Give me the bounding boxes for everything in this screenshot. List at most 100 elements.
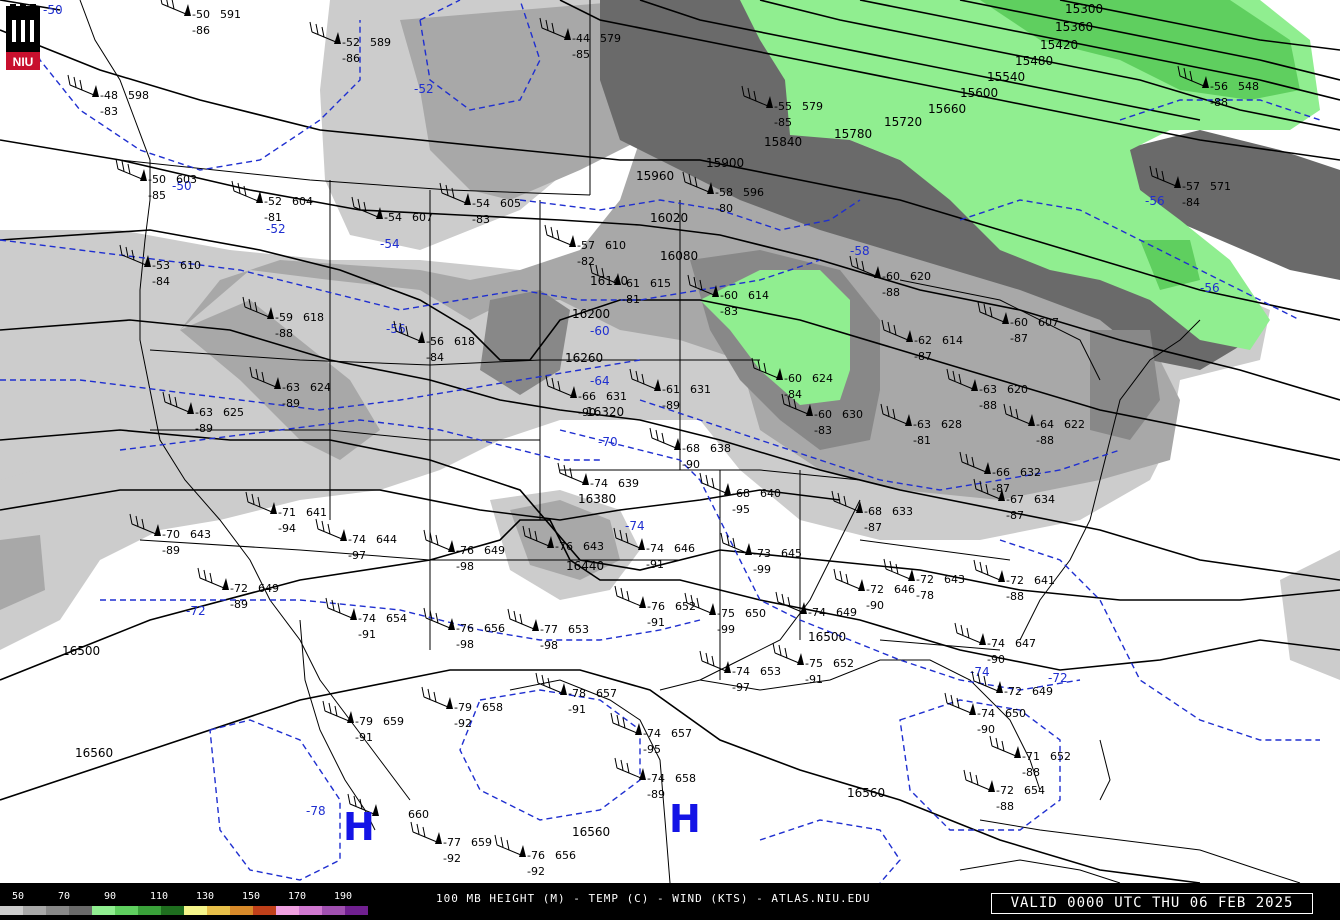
wind-flag [1014, 746, 1021, 758]
legend-label: 50 [12, 891, 25, 902]
svg-text:16380: 16380 [578, 492, 616, 506]
station-height: 658 [675, 772, 696, 785]
svg-text:16440: 16440 [566, 559, 604, 573]
station-temp: -66 [992, 466, 1010, 479]
station-temp: -68 [682, 442, 700, 455]
legend-swatch [184, 906, 207, 915]
station-temp: -79 [355, 715, 373, 728]
station-height: 652 [1050, 750, 1071, 763]
station-temp: -60 [814, 408, 832, 421]
station-plot: -74 639 [557, 462, 639, 490]
station-plot: -79 659 -91 [322, 700, 404, 744]
station-temp: -68 [732, 487, 750, 500]
station-dewpoint: -86 [342, 52, 360, 65]
station-dewpoint: -90 [578, 406, 596, 419]
station-temp: -74 [348, 533, 366, 546]
svg-text:15300: 15300 [1065, 2, 1103, 16]
station-height: 598 [128, 89, 149, 102]
station-plot: -74 658 -89 [614, 757, 696, 801]
station-height: 607 [1038, 316, 1059, 329]
svg-text:16200: 16200 [572, 307, 610, 321]
station-plot: -74 647 -90 [954, 622, 1036, 666]
station-height: 653 [568, 623, 589, 636]
wind-barb [963, 769, 991, 791]
station-plot: -76 649 -98 [423, 529, 505, 573]
station-plot: -73 645 -99 [720, 532, 802, 576]
wind-flag [908, 569, 915, 581]
station-dewpoint: -88 [882, 286, 900, 299]
station-dewpoint: -91 [358, 628, 376, 641]
svg-text:-60: -60 [590, 324, 610, 338]
station-height: 632 [1020, 466, 1041, 479]
station-temp: -74 [358, 612, 376, 625]
station-height: 548 [1238, 80, 1259, 93]
wind-flag [724, 483, 731, 495]
station-temp: -77 [540, 623, 558, 636]
station-height: 650 [1005, 707, 1026, 720]
station-height: 633 [892, 505, 913, 518]
legend-swatch [322, 906, 345, 915]
station-height: 649 [836, 606, 857, 619]
station-dewpoint: -87 [1010, 332, 1028, 345]
station-plot: -77 659 -92 [410, 821, 492, 865]
map-caption: 100 MB HEIGHT (M) - TEMP (C) - WIND (KTS… [436, 892, 871, 905]
svg-text:-56: -56 [1145, 194, 1165, 208]
station-height: 656 [484, 622, 505, 635]
station-dewpoint: -81 [622, 293, 640, 306]
svg-text:16560: 16560 [572, 825, 610, 839]
legend-swatch [138, 906, 161, 915]
station-dewpoint: -80 [715, 202, 733, 215]
station-plot: -74 654 -91 [325, 597, 407, 641]
station-temp: -74 [987, 637, 1005, 650]
station-height: 649 [1032, 685, 1053, 698]
niu-logo: NIU [2, 2, 44, 72]
station-dewpoint: -88 [275, 327, 293, 340]
svg-text:-58: -58 [850, 244, 870, 258]
wind-flag [519, 845, 526, 857]
station-temp: -50 [192, 8, 210, 21]
svg-text:-74: -74 [625, 519, 645, 533]
wind-barb [775, 591, 803, 613]
station-temp: -60 [1010, 316, 1028, 329]
station-height: 656 [555, 849, 576, 862]
station-dewpoint: -83 [472, 213, 490, 226]
station-height: 624 [812, 372, 833, 385]
wind-barb [507, 608, 535, 630]
station-dewpoint: -88 [1036, 434, 1054, 447]
station-height: 660 [408, 808, 429, 821]
station-height: 618 [303, 311, 324, 324]
station-dewpoint: -90 [977, 723, 995, 736]
station-dewpoint: -88 [1210, 96, 1228, 109]
station-temp: -61 [622, 277, 640, 290]
station-dewpoint: -91 [568, 703, 586, 716]
station-height: 589 [370, 36, 391, 49]
wind-barb [421, 686, 449, 708]
station-dewpoint: -89 [230, 598, 248, 611]
wind-barb [160, 0, 187, 15]
wind-flag [340, 529, 347, 541]
map-footer: 50 70 90 110 130 150 170 190 100 MB HEIGHT (M) … [0, 883, 1340, 920]
wind-flag [350, 608, 357, 620]
station-height: 650 [745, 607, 766, 620]
station-dewpoint: -99 [717, 623, 735, 636]
station-temp: -77 [443, 836, 461, 849]
station-dewpoint: -89 [195, 422, 213, 435]
station-dewpoint: -91 [647, 616, 665, 629]
station-dewpoint: -88 [1006, 590, 1024, 603]
station-plot: -74 657 -95 [610, 712, 692, 756]
station-temp: -55 [774, 100, 792, 113]
station-temp: -67 [1006, 493, 1024, 506]
station-height: 631 [606, 390, 627, 403]
station-height: 634 [1034, 493, 1055, 506]
wind-flag [998, 570, 1005, 582]
station-dewpoint: -91 [355, 731, 373, 744]
station-dewpoint: -98 [456, 638, 474, 651]
station-height: 646 [894, 583, 915, 596]
legend-swatch [92, 906, 115, 915]
station-temp: -70 [162, 528, 180, 541]
station-temp: -59 [275, 311, 293, 324]
station-dewpoint: -85 [774, 116, 792, 129]
station-plot: -76 652-91 [614, 585, 696, 629]
wind-flag [532, 619, 539, 631]
svg-text:-54: -54 [380, 237, 400, 251]
